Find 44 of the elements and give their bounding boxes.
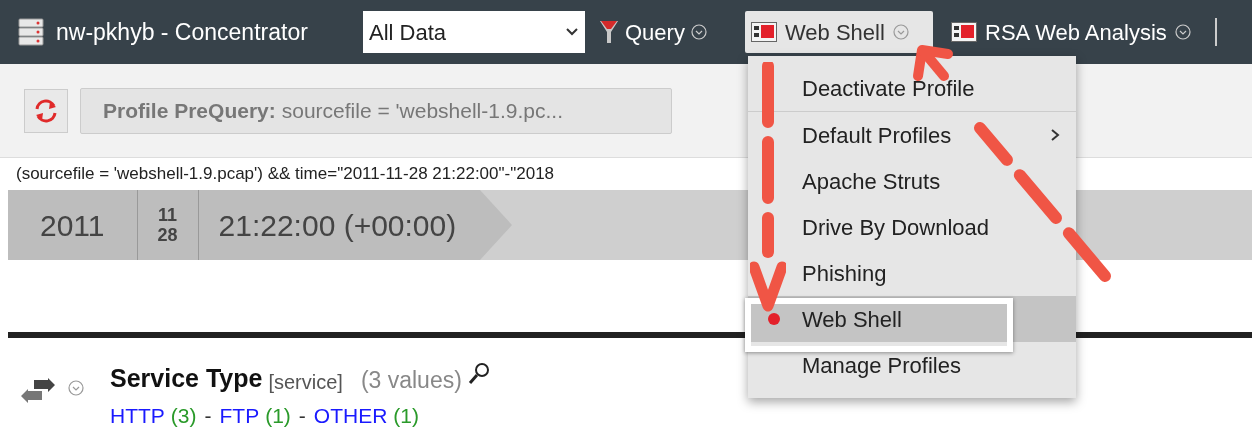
menu-item[interactable]: Default Profiles — [748, 112, 1076, 158]
separator-text: - — [298, 402, 306, 429]
swap-arrows-icon — [20, 378, 56, 404]
data-select[interactable]: All Data — [363, 11, 585, 53]
chevron-right-icon — [1050, 128, 1060, 142]
year-text: 2011 — [8, 190, 138, 260]
value-link[interactable]: HTTP — [110, 399, 165, 431]
prequery-label: Profile PreQuery: — [103, 97, 276, 124]
server-icon — [18, 18, 44, 46]
search-icon — [467, 361, 490, 386]
time-text: 21:22:00 (+00:00) — [217, 207, 457, 244]
separator-text: - — [204, 402, 212, 429]
value-count-text: (1) — [393, 402, 419, 429]
menu-item[interactable]: Phishing — [748, 250, 1076, 296]
profile-button[interactable]: Web Shell — [745, 11, 933, 53]
refresh-button[interactable] — [24, 88, 68, 133]
month-text: 11 — [158, 205, 178, 225]
menu-item[interactable]: Apache Struts — [748, 158, 1076, 204]
menu-item[interactable]: Manage Profiles — [748, 342, 1076, 388]
chevron-down-icon — [565, 27, 579, 37]
profile-icon — [951, 22, 977, 42]
chevron-down-icon — [892, 24, 909, 40]
day-text: 28 — [157, 225, 178, 245]
profile-button[interactable]: RSA Web Analysis — [945, 11, 1197, 53]
refresh-icon — [33, 97, 59, 124]
query-text: (sourcefile = 'webshell-1.9.pcap') && time="2011-11-28 21:22:00"-"2018 — [16, 163, 555, 186]
value-count: (3 values) — [360, 366, 462, 395]
value-link[interactable]: OTHER — [313, 399, 388, 431]
funnel-icon — [599, 19, 619, 45]
meta-key: [service] — [268, 366, 343, 397]
value-count-text: (3) — [170, 402, 197, 429]
prequery-value: sourcefile = 'webshell-1.9.pc... — [281, 97, 563, 124]
menu-item[interactable]: Drive By Download — [748, 204, 1076, 250]
chevron-down-icon — [1174, 24, 1191, 40]
query-button[interactable]: Query — [599, 15, 733, 49]
meta-title: Service Type — [110, 363, 263, 394]
prequery-button[interactable]: Profile PreQuery: sourcefile = 'webshell-1.9.pc... — [80, 87, 672, 134]
chevron-down-icon — [68, 380, 84, 396]
value-link[interactable]: FTP — [219, 399, 260, 431]
profile-icon — [751, 22, 777, 42]
menu-item[interactable]: Deactivate Profile — [748, 66, 1076, 112]
window-title: nw-pkhyb - Concentrator — [56, 17, 309, 47]
value-count-text: (1) — [265, 402, 291, 429]
chevron-down-icon — [690, 24, 707, 40]
